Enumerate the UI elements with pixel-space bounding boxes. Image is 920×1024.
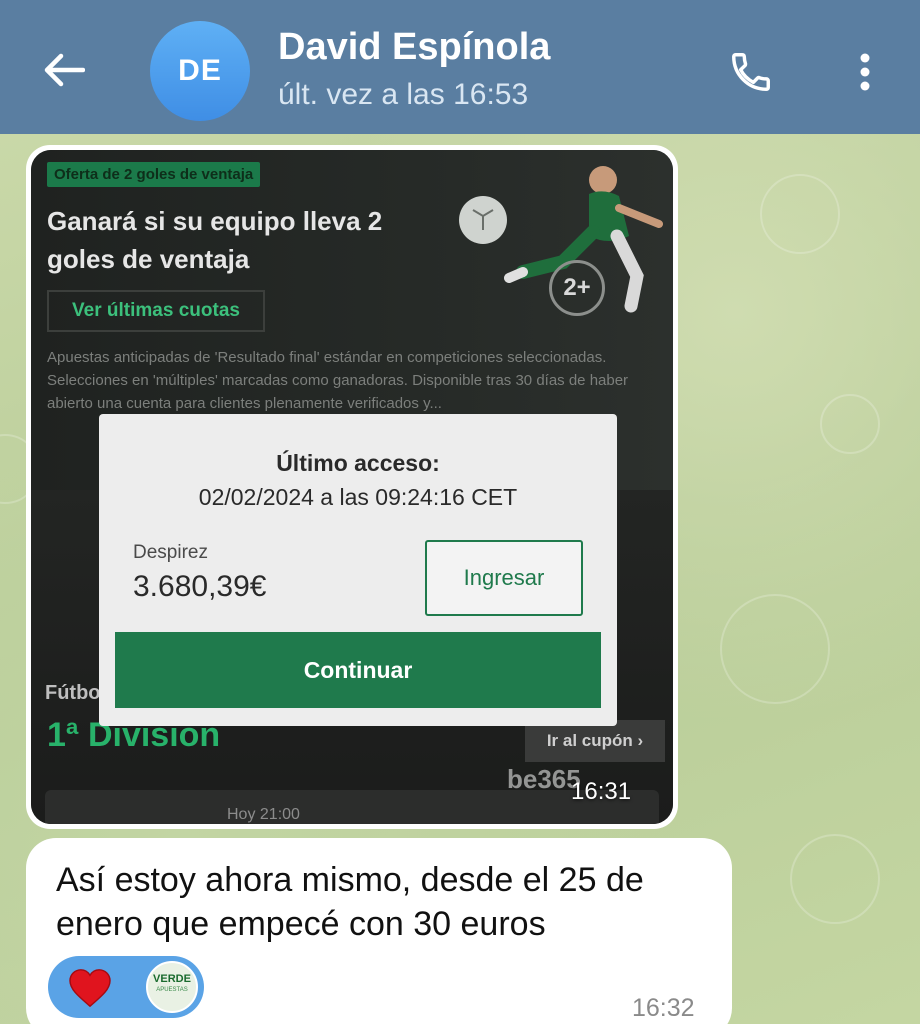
last-access-popup: Último acceso: 02/02/2024 a las 09:24:16… xyxy=(99,414,617,726)
message-reactions[interactable]: VERDE APUESTAS xyxy=(48,956,204,1018)
last-seen-status: últ. vez a las 16:53 xyxy=(278,78,529,111)
reactor-avatar-label: VERDE xyxy=(153,973,191,985)
last-access-date: 02/02/2024 a las 09:24:16 CET xyxy=(198,484,518,510)
popup-title: Último acceso: xyxy=(276,450,440,476)
message-timestamp: 16:31 xyxy=(571,778,632,805)
latest-odds-button: Ver últimas cuotas xyxy=(47,290,265,332)
contact-name[interactable]: David Espínola xyxy=(278,26,550,69)
football-player-illustration xyxy=(459,166,663,313)
deposit-button: Ingresar xyxy=(425,540,583,616)
reactor-avatar[interactable]: VERDE APUESTAS xyxy=(146,961,198,1013)
go-to-coupon-button: Ir al cupón › xyxy=(525,720,665,762)
account-balance: 3.680,39€ xyxy=(133,570,267,603)
wallpaper-doodle xyxy=(720,594,830,704)
two-plus-badge: 2+ xyxy=(549,260,605,316)
arrow-left-icon xyxy=(44,53,85,87)
text-message-bubble[interactable]: Así estoy ahora mismo, desde el 25 de en… xyxy=(26,838,732,1024)
message-timestamp: 16:32 xyxy=(632,994,695,1022)
message-text: Así estoy ahora mismo, desde el 25 de en… xyxy=(56,861,644,943)
continue-button: Continuar xyxy=(115,632,601,708)
wallpaper-doodle xyxy=(760,174,840,254)
contact-avatar[interactable]: DE xyxy=(150,21,250,121)
more-options-button[interactable] xyxy=(845,46,885,98)
back-button[interactable] xyxy=(38,44,90,96)
more-vertical-icon xyxy=(860,53,870,91)
chat-header: DE David Espínola últ. vez a las 16:53 xyxy=(0,0,920,134)
account-username: Despirez xyxy=(133,542,208,563)
promo-title: Ganará si su equipo lleva 2 goles de ven… xyxy=(47,206,383,274)
reactor-avatar-sub: APUESTAS xyxy=(156,987,188,993)
match-time: Hoy 21:00 xyxy=(227,806,300,823)
wallpaper-doodle xyxy=(790,834,880,924)
promo-tag: Oferta de 2 goles de ventaja xyxy=(47,162,261,187)
call-button[interactable] xyxy=(725,46,777,98)
heart-icon xyxy=(69,969,111,1008)
sport-label: Fútbo xyxy=(45,682,101,704)
match-row xyxy=(45,790,659,824)
phone-icon xyxy=(732,53,770,91)
wallpaper-doodle xyxy=(820,394,880,454)
image-message-bubble[interactable]: Oferta de 2 goles de ventaja Ganará si s… xyxy=(26,145,678,829)
shared-screenshot[interactable]: Oferta de 2 goles de ventaja Ganará si s… xyxy=(31,150,673,824)
